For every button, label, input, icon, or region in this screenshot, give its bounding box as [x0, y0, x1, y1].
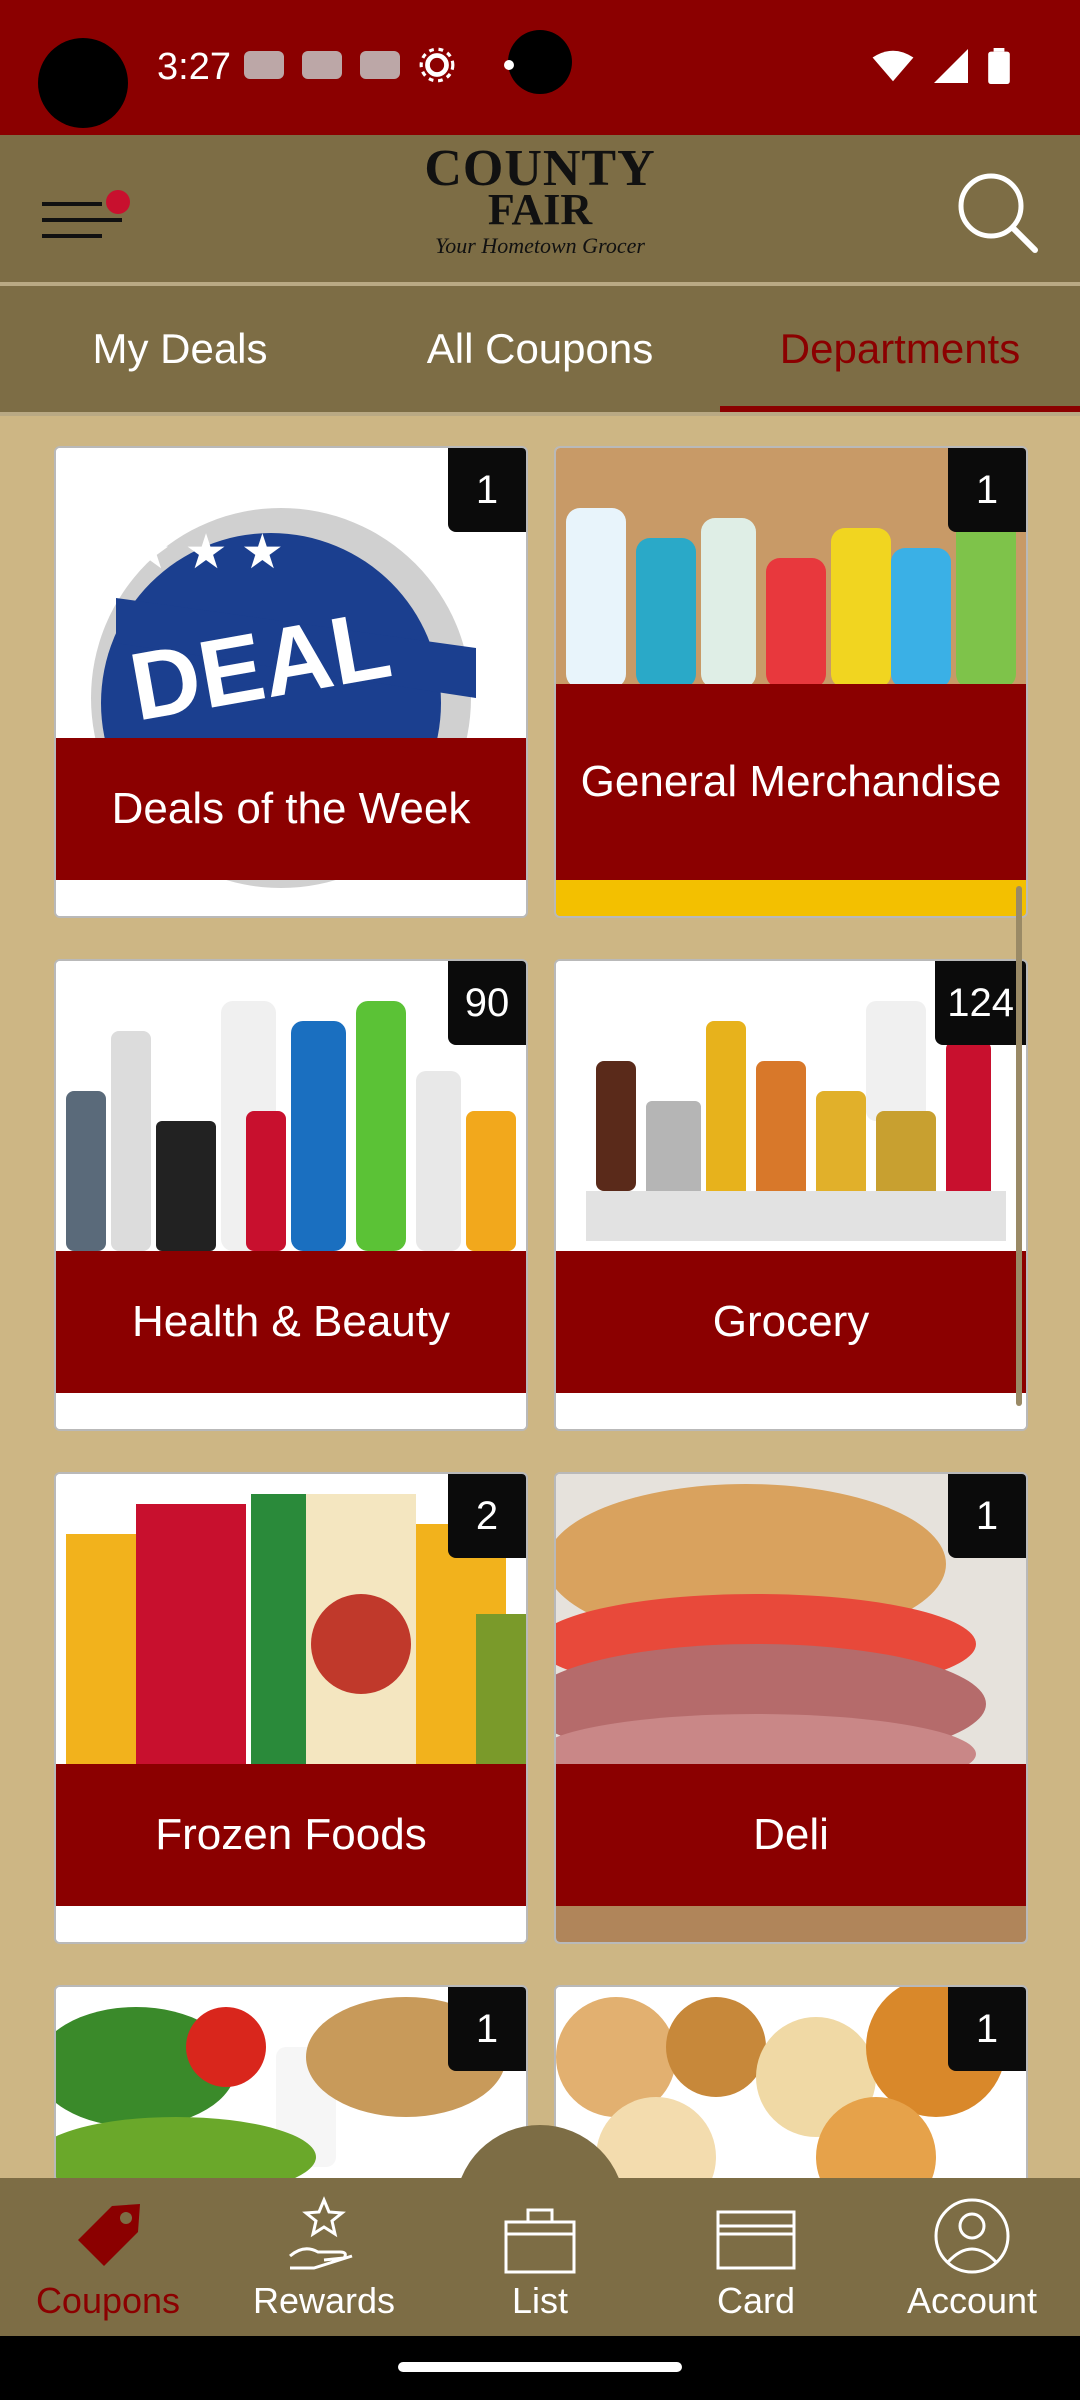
- settings-icon: [419, 47, 455, 83]
- department-card-grocery[interactable]: Grocery 124: [554, 959, 1028, 1431]
- department-label: Grocery: [556, 1251, 1026, 1393]
- department-label: General Merchandise: [556, 684, 1026, 880]
- coupon-count-badge: 1: [448, 448, 526, 532]
- bag-icon: [504, 2208, 576, 2274]
- department-label: Health & Beauty: [56, 1251, 526, 1393]
- nav-label: Account: [906, 2280, 1038, 2321]
- wifi-icon: [872, 50, 914, 82]
- nav-account[interactable]: Account: [864, 2178, 1080, 2336]
- tab-all-coupons[interactable]: All Coupons: [360, 286, 720, 412]
- nav-rewards[interactable]: Rewards: [216, 2178, 432, 2336]
- tab-my-deals[interactable]: My Deals: [0, 286, 360, 412]
- tab-bar: My Deals All Coupons Departments: [0, 286, 1080, 416]
- coupon-count-badge: 1: [948, 448, 1026, 532]
- tag-icon: [78, 2204, 140, 2266]
- logo-line2: FAIR: [487, 185, 593, 234]
- notification-icon: [360, 51, 400, 79]
- tab-departments[interactable]: Departments: [720, 286, 1080, 412]
- department-card-health-beauty[interactable]: Health & Beauty 90: [54, 959, 528, 1431]
- nav-label: List: [511, 2280, 569, 2321]
- department-label: Deli: [556, 1764, 1026, 1906]
- camera-cutout: [38, 38, 128, 128]
- nav-coupons[interactable]: Coupons: [0, 2178, 216, 2336]
- department-label: Deals of the Week: [56, 738, 526, 880]
- department-grid: DEAL ★ ★ ★ Deals of the Week 1 General M…: [0, 416, 1080, 2178]
- nav-label: Card: [716, 2280, 796, 2321]
- dot-icon: [504, 60, 514, 70]
- department-card-deals[interactable]: DEAL ★ ★ ★ Deals of the Week 1: [54, 446, 528, 918]
- svg-text:★ ★ ★: ★ ★ ★: [128, 526, 284, 579]
- department-card-deli[interactable]: Deli 1: [554, 1472, 1028, 1944]
- department-card-general-merchandise[interactable]: General Merchandise 1: [554, 446, 1028, 918]
- notification-icon: [302, 51, 342, 79]
- home-indicator[interactable]: [398, 2362, 682, 2372]
- nav-list[interactable]: List: [432, 2178, 648, 2336]
- system-icons: [872, 48, 1010, 84]
- signal-icon: [934, 49, 968, 83]
- department-card[interactable]: 1: [54, 1985, 528, 2178]
- store-logo: COUNTY FAIR Your Hometown Grocer: [0, 143, 1080, 259]
- coupon-count-badge: 90: [448, 961, 526, 1045]
- coupon-count-badge: 1: [948, 1474, 1026, 1558]
- app-header: COUNTY FAIR Your Hometown Grocer: [0, 135, 1080, 286]
- battery-icon: [988, 48, 1010, 84]
- logo-tagline: Your Hometown Grocer: [435, 233, 645, 258]
- scrollbar[interactable]: [1016, 886, 1022, 1406]
- bottom-nav: Coupons Rewards List Card Account: [0, 2178, 1080, 2336]
- department-card-frozen-foods[interactable]: Frozen Foods 2: [54, 1472, 528, 1944]
- gesture-bar: [0, 2336, 1080, 2400]
- department-card[interactable]: 1: [554, 1985, 1028, 2178]
- nav-label: Rewards: [252, 2280, 396, 2321]
- coupon-count-badge: 1: [948, 1987, 1026, 2071]
- nav-card[interactable]: Card: [648, 2178, 864, 2336]
- camera-cutout-2: [508, 30, 572, 94]
- nav-label: Coupons: [35, 2280, 181, 2321]
- user-icon: [934, 2198, 1010, 2274]
- status-bar: 3:27: [0, 0, 1080, 135]
- department-label: Frozen Foods: [56, 1764, 526, 1906]
- hand-star-icon: [289, 2196, 353, 2270]
- coupon-count-badge: 2: [448, 1474, 526, 1558]
- coupon-count-badge: 1: [448, 1987, 526, 2071]
- card-icon: [716, 2210, 796, 2270]
- search-icon[interactable]: [955, 170, 1040, 255]
- status-time: 3:27: [157, 46, 231, 88]
- coupon-count-badge: 124: [935, 961, 1026, 1045]
- notification-icons: [244, 46, 514, 84]
- notification-icon: [244, 51, 284, 79]
